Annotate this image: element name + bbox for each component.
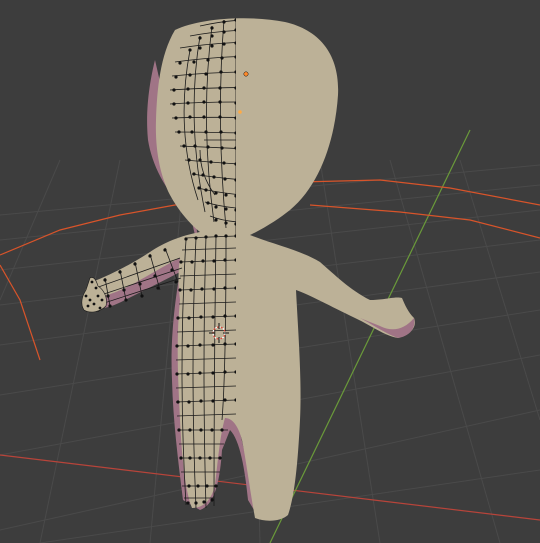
- viewport-canvas[interactable]: [0, 0, 540, 543]
- 3d-viewport[interactable]: [0, 0, 540, 543]
- object-origin-icon[interactable]: [243, 71, 249, 77]
- pivot-point-icon: [238, 110, 242, 114]
- mesh-body: [84, 18, 415, 521]
- character-mesh[interactable]: [84, 18, 415, 521]
